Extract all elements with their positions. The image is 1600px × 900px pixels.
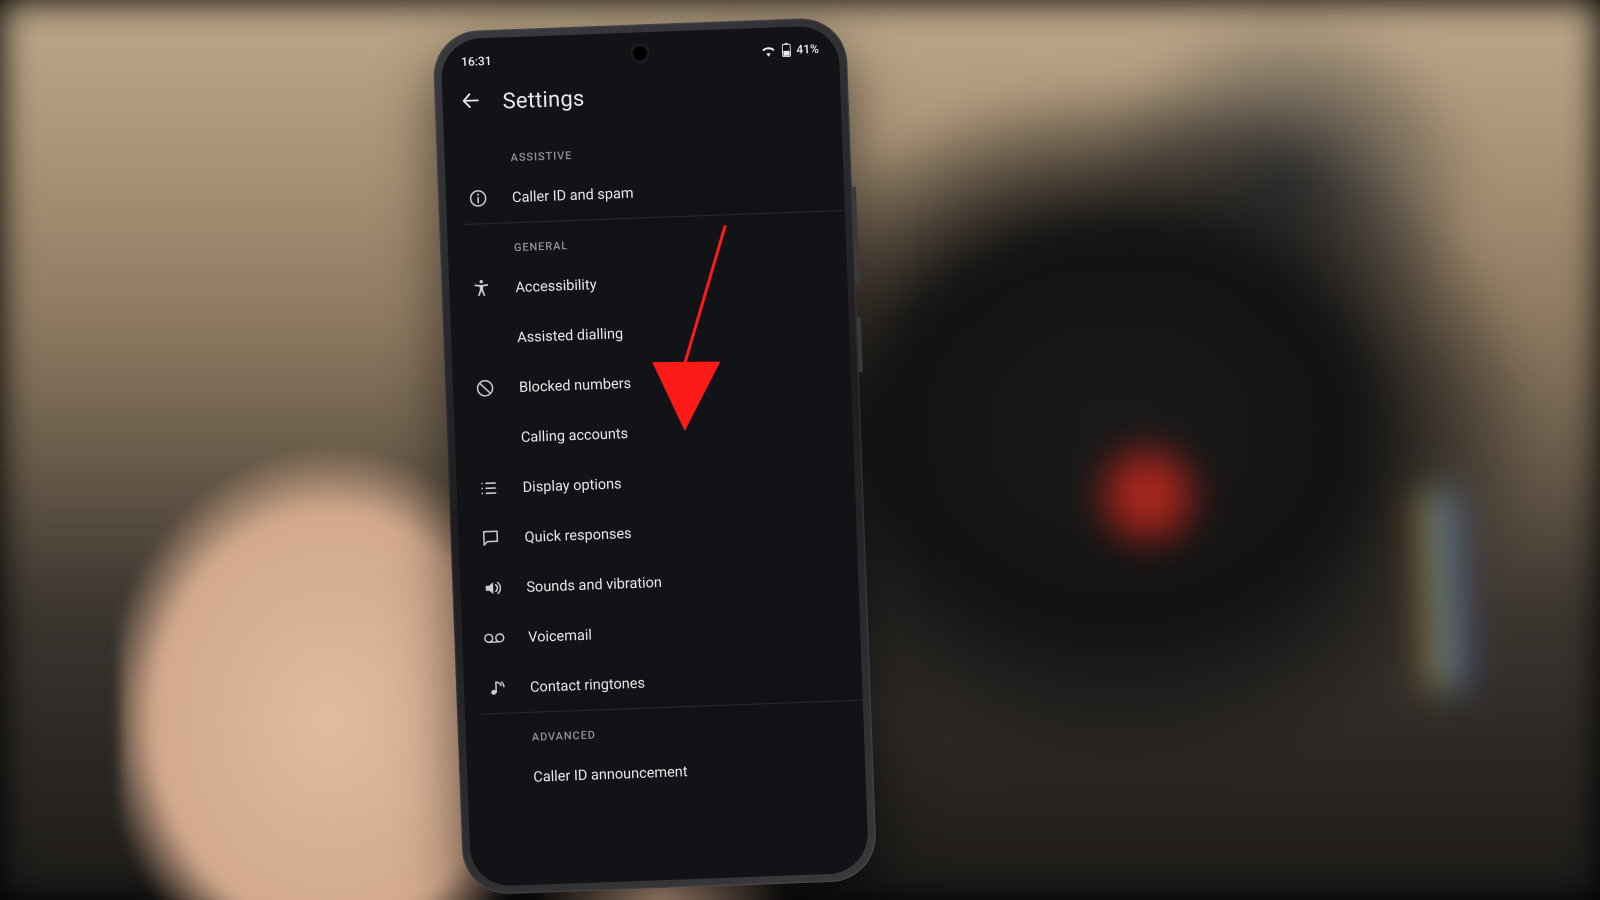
back-button[interactable]: [456, 88, 485, 117]
voicemail-icon: [478, 628, 511, 649]
row-label: Caller ID announcement: [533, 757, 845, 785]
chat-icon: [474, 528, 507, 549]
row-label: Display options: [522, 467, 834, 495]
page-title: Settings: [502, 86, 585, 114]
empty-icon: [483, 777, 515, 778]
empty-icon: [467, 338, 499, 339]
status-right: 41%: [760, 42, 819, 58]
row-label: Accessibility: [515, 267, 827, 295]
status-time: 16:31: [461, 54, 492, 69]
arrow-back-icon: [459, 89, 482, 116]
block-icon: [469, 378, 502, 399]
empty-icon: [471, 438, 503, 439]
battery-icon: [781, 43, 791, 57]
row-label: Quick responses: [524, 517, 836, 545]
row-label: Sounds and vibration: [526, 567, 838, 595]
status-battery-text: 41%: [796, 42, 819, 57]
accessibility-icon: [465, 278, 498, 299]
sound-icon: [476, 578, 509, 599]
list-icon: [472, 478, 505, 499]
row-label: Contact ringtones: [530, 667, 842, 695]
row-label: Voicemail: [528, 617, 840, 645]
ringtone-icon: [480, 678, 513, 699]
row-label: Caller ID and spam: [512, 177, 824, 205]
row-label: Assisted dialling: [517, 317, 829, 345]
phone: 16:31 41% Settings ASSISTIVE: [432, 17, 877, 896]
wifi-icon: [760, 45, 775, 57]
row-label: Calling accounts: [521, 417, 833, 445]
row-label: Blocked numbers: [519, 367, 831, 395]
phone-screen: 16:31 41% Settings ASSISTIVE: [440, 25, 869, 887]
settings-list[interactable]: ASSISTIVE Caller ID and spam GENERAL Acc…: [444, 121, 867, 824]
info-icon: [462, 188, 495, 209]
